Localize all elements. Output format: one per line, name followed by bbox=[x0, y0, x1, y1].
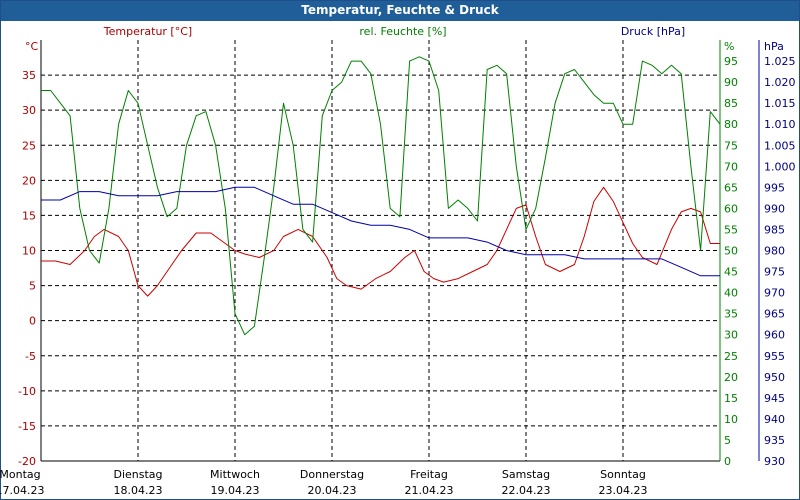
x-tick-date: 17.04.23 bbox=[0, 484, 44, 497]
humidity-tick-label: 90 bbox=[724, 76, 738, 89]
pressure-tick-label: 1.015 bbox=[764, 97, 796, 110]
x-tick-weekday: Mittwoch bbox=[210, 468, 260, 481]
pressure-tick-label: 1.010 bbox=[764, 118, 796, 131]
x-tick-weekday: Donnerstag bbox=[300, 468, 364, 481]
pressure-tick-label: 985 bbox=[764, 223, 785, 236]
temp-axis-title: Temperatur [°C] bbox=[103, 25, 192, 38]
pressure-tick-label: 965 bbox=[764, 308, 785, 321]
humidity-tick-label: 30 bbox=[724, 329, 738, 342]
pressure-tick-label: 1.000 bbox=[764, 160, 796, 173]
humidity-tick-label: 50 bbox=[724, 245, 738, 258]
x-tick-date: 23.04.23 bbox=[599, 484, 648, 497]
pressure-tick-label: 995 bbox=[764, 181, 785, 194]
pressure-tick-label: 1.020 bbox=[764, 76, 796, 89]
temp-tick-label: 30 bbox=[22, 104, 36, 117]
humidity-tick-label: 60 bbox=[724, 202, 738, 215]
temp-tick-label: 25 bbox=[22, 139, 36, 152]
x-tick-weekday: Montag bbox=[0, 468, 41, 481]
humidity-tick-label: 10 bbox=[724, 413, 738, 426]
temp-tick-label: -20 bbox=[18, 455, 36, 468]
pressure-tick-label: 1.005 bbox=[764, 139, 796, 152]
pressure-tick-label: 960 bbox=[764, 329, 785, 342]
temp-tick-label: 35 bbox=[22, 69, 36, 82]
humidity-tick-label: 35 bbox=[724, 308, 738, 321]
temp-tick-label: 5 bbox=[29, 280, 36, 293]
temp-tick-label: -10 bbox=[18, 385, 36, 398]
pressure-tick-label: 970 bbox=[764, 287, 785, 300]
humidity-tick-label: 0 bbox=[724, 455, 731, 468]
temp-series-line bbox=[41, 186, 720, 297]
humidity-tick-label: 40 bbox=[724, 287, 738, 300]
pressure-tick-label: 945 bbox=[764, 392, 785, 405]
pressure-tick-label: 1.025 bbox=[764, 55, 796, 68]
temp-unit-label: °C bbox=[25, 40, 39, 53]
humidity-tick-label: 15 bbox=[724, 392, 738, 405]
pressure-tick-label: 950 bbox=[764, 371, 785, 384]
x-tick-date: 22.04.23 bbox=[502, 484, 551, 497]
temp-tick-label: 15 bbox=[22, 209, 36, 222]
pressure-tick-label: 975 bbox=[764, 266, 785, 279]
temp-tick-label: -15 bbox=[18, 420, 36, 433]
pressure-unit-label: hPa bbox=[764, 40, 784, 53]
x-tick-weekday: Sonntag bbox=[600, 468, 646, 481]
humidity-tick-label: 65 bbox=[724, 181, 738, 194]
humidity-unit-label: % bbox=[724, 40, 734, 53]
humidity-tick-label: 70 bbox=[724, 160, 738, 173]
x-tick-weekday: Freitag bbox=[410, 468, 448, 481]
temp-tick-label: 10 bbox=[22, 245, 36, 258]
grid bbox=[41, 40, 720, 461]
pressure-tick-label: 930 bbox=[764, 455, 785, 468]
x-tick-date: 21.04.23 bbox=[405, 484, 454, 497]
humidity-tick-label: 5 bbox=[724, 434, 731, 447]
temp-tick-label: -5 bbox=[25, 350, 36, 363]
chart: Temperatur [°C] rel. Feuchte [%] Druck [… bbox=[0, 25, 796, 497]
pressure-tick-label: 935 bbox=[764, 434, 785, 447]
humidity-tick-label: 85 bbox=[724, 97, 738, 110]
pressure-tick-label: 990 bbox=[764, 202, 785, 215]
humidity-tick-label: 20 bbox=[724, 371, 738, 384]
pressure-tick-label: 980 bbox=[764, 245, 785, 258]
humidity-tick-label: 95 bbox=[724, 55, 738, 68]
pressure-axis-title: Druck [hPa] bbox=[621, 25, 685, 38]
humidity-tick-label: 45 bbox=[724, 266, 738, 279]
x-tick-date: 18.04.23 bbox=[114, 484, 163, 497]
x-tick-date: 20.04.23 bbox=[308, 484, 357, 497]
x-tick-weekday: Samstag bbox=[502, 468, 550, 481]
temp-tick-label: 20 bbox=[22, 174, 36, 187]
humidity-tick-label: 25 bbox=[724, 350, 738, 363]
humidity-tick-label: 75 bbox=[724, 139, 738, 152]
humidity-tick-label: 55 bbox=[724, 223, 738, 236]
temp-tick-label: 0 bbox=[29, 315, 36, 328]
pressure-tick-label: 955 bbox=[764, 350, 785, 363]
pressure-tick-label: 940 bbox=[764, 413, 785, 426]
press-series-line bbox=[41, 186, 720, 277]
humidity-axis-title: rel. Feuchte [%] bbox=[359, 25, 446, 38]
x-tick-weekday: Dienstag bbox=[113, 468, 162, 481]
series-lines bbox=[41, 56, 721, 336]
humidity-tick-label: 80 bbox=[724, 118, 738, 131]
x-tick-date: 19.04.23 bbox=[211, 484, 260, 497]
